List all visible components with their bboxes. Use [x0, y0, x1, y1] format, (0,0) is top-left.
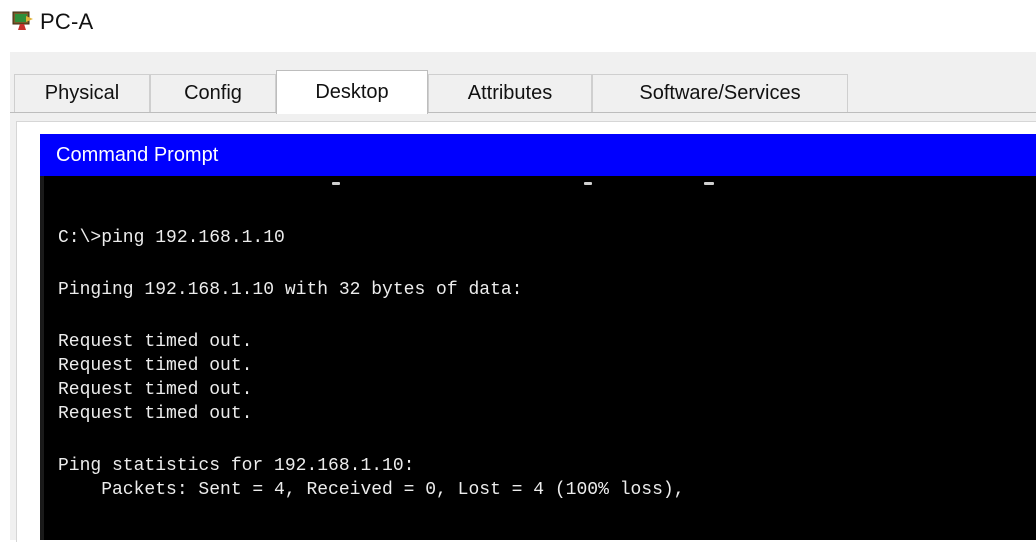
terminal-line-timeout: Request timed out.	[58, 332, 253, 352]
terminal-line-timeout: Request timed out.	[58, 404, 253, 424]
tab-config[interactable]: Config	[150, 74, 276, 112]
window-titlebar: PC-A	[0, 0, 1036, 48]
terminal-line-statistics: Ping statistics for 192.168.1.10:	[58, 456, 415, 476]
command-prompt-terminal[interactable]: C:\>ping 192.168.1.10 Pinging 192.168.1.…	[40, 176, 1036, 540]
tab-physical[interactable]: Physical	[14, 74, 150, 112]
terminal-line-command: C:\>ping 192.168.1.10	[58, 228, 285, 248]
tab-attributes[interactable]: Attributes	[428, 74, 592, 112]
terminal-line-pinging: Pinging 192.168.1.10 with 32 bytes of da…	[58, 280, 523, 300]
tab-bar: Physical Config Desktop Attributes Softw…	[10, 52, 1036, 114]
terminal-line-timeout: Request timed out.	[58, 356, 253, 376]
window-title: PC-A	[40, 9, 94, 34]
terminal-line-timeout: Request timed out.	[58, 380, 253, 400]
command-prompt-header: Command Prompt	[40, 134, 1036, 176]
tab-software-services[interactable]: Software/Services	[592, 74, 848, 112]
pc-device-icon	[12, 11, 33, 30]
scrolled-text-fragment	[44, 176, 1036, 196]
terminal-line-packets: Packets: Sent = 4, Received = 0, Lost = …	[58, 480, 685, 500]
tab-desktop[interactable]: Desktop	[276, 70, 428, 114]
